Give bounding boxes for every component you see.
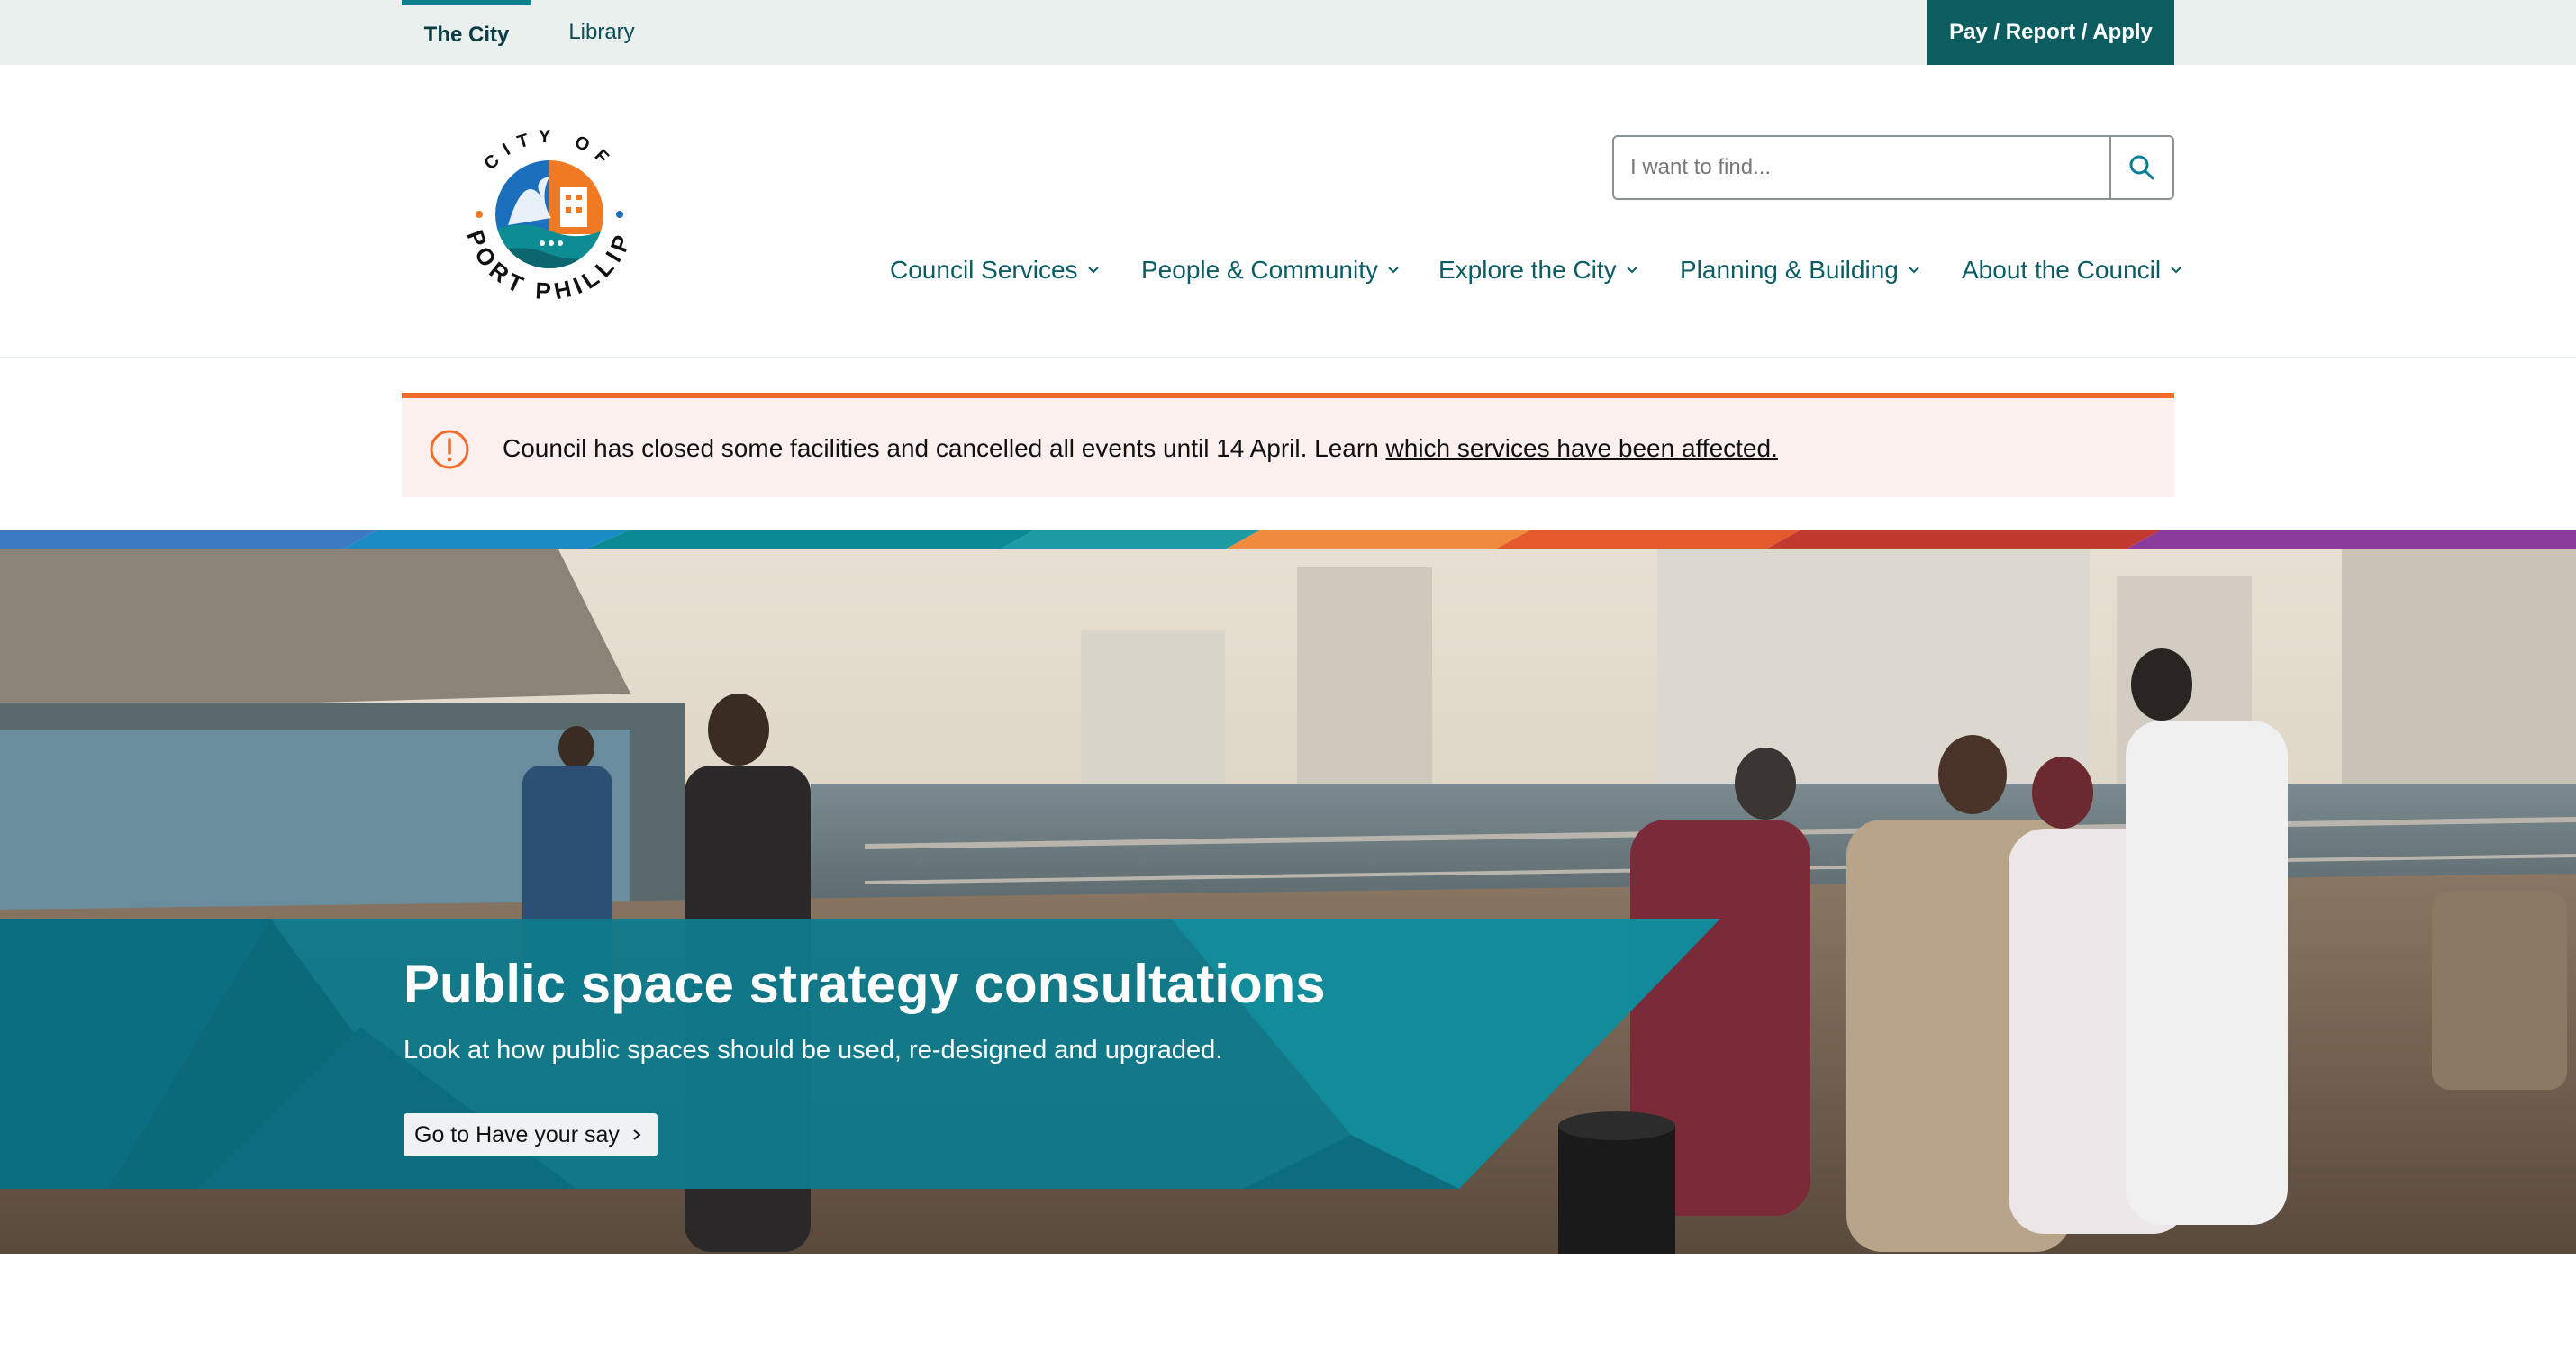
nav-label: About the Council [1962, 256, 2162, 284]
nav-explore-the-city[interactable]: Explore the City [1438, 252, 1638, 288]
nav-label: Planning & Building [1680, 256, 1899, 284]
hero-banner: Public space strategy consultations Look… [0, 549, 2576, 1254]
chevron-right-icon [633, 1129, 641, 1140]
nav-planning-building[interactable]: Planning & Building [1680, 252, 1920, 288]
nav-council-services[interactable]: Council Services [890, 252, 1100, 288]
chevron-down-icon [1909, 267, 1919, 274]
utility-bar: The City Library Pay / Report / Apply [0, 0, 2576, 65]
alert-text: Council has closed some facilities and c… [503, 434, 1386, 462]
pay-report-apply-button[interactable]: Pay / Report / Apply [1927, 0, 2174, 65]
nav-label: Explore the City [1438, 256, 1617, 284]
alert-link[interactable]: which services have been affected. [1386, 434, 1778, 462]
tab-library[interactable]: Library [549, 0, 654, 65]
go-to-have-your-say-button[interactable]: Go to Have your say [404, 1113, 658, 1156]
button-label: Go to Have your say [414, 1121, 620, 1147]
chevron-down-icon [1626, 267, 1637, 274]
alert-banner: Council has closed some facilities and c… [402, 393, 2174, 497]
city-of-port-phillip-logo[interactable]: CITY OF PORT PHILLIP [452, 117, 647, 312]
alert-icon [430, 430, 469, 469]
tab-the-city[interactable]: The City [402, 0, 531, 65]
nav-label: People & Community [1141, 256, 1379, 284]
alert-message: Council has closed some facilities and c… [503, 434, 1778, 463]
nav-people-community[interactable]: People & Community [1141, 252, 1400, 288]
nav-about-the-council[interactable]: About the Council [1962, 252, 2182, 288]
chevron-down-icon [2171, 267, 2181, 274]
search-icon [2129, 155, 2154, 180]
decorative-color-strip [0, 530, 2576, 549]
hero-subtitle: Look at how public spaces should be used… [404, 1036, 1223, 1065]
site-search [1612, 135, 2174, 200]
chevron-down-icon [1087, 267, 1099, 274]
hero-title: Public space strategy consultations [404, 954, 1326, 1014]
chevron-down-icon [1388, 267, 1399, 274]
nav-label: Council Services [890, 256, 1078, 284]
search-button[interactable] [2109, 137, 2172, 198]
search-input[interactable] [1614, 137, 2109, 198]
site-header [0, 65, 2576, 358]
